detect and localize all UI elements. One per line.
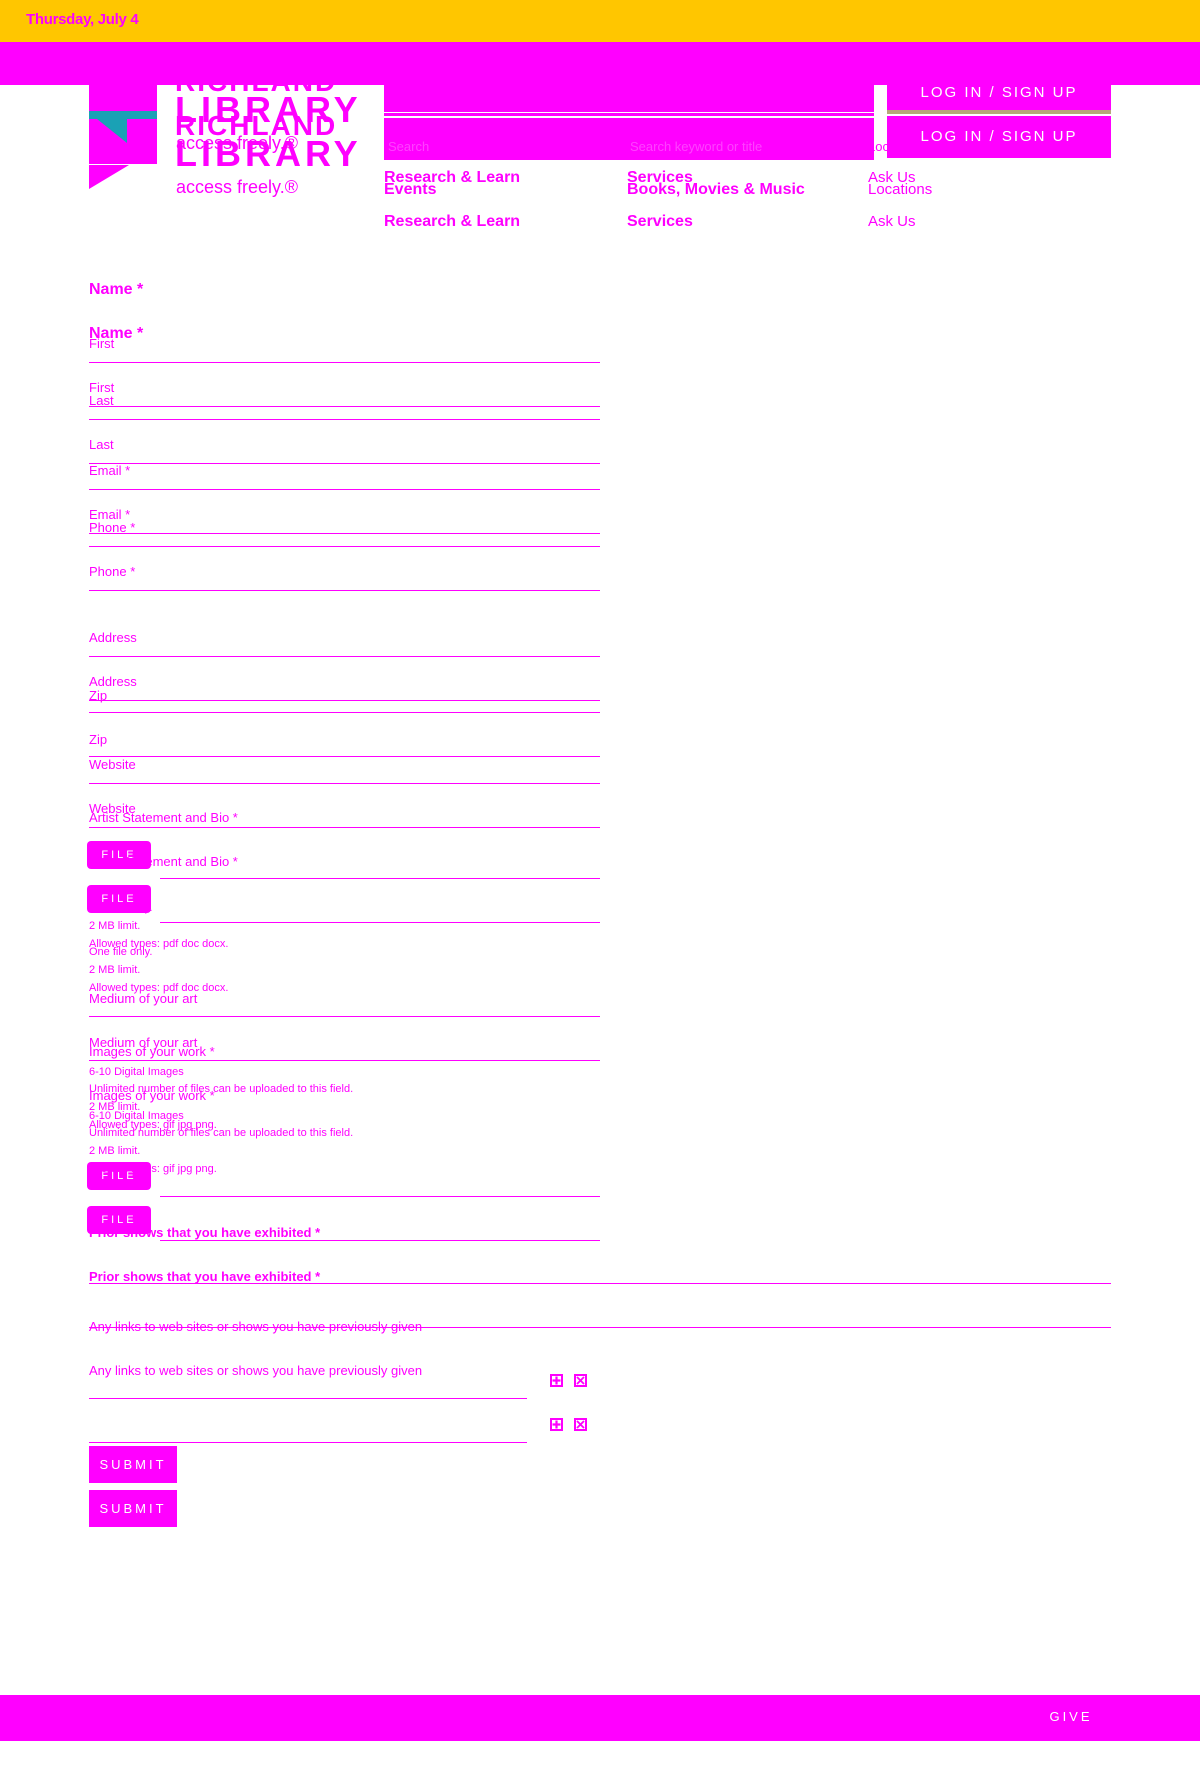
email-label: Email *: [89, 507, 131, 522]
statement-file-field[interactable]: [160, 922, 600, 923]
address-label: Address: [89, 674, 137, 689]
links-label: Any links to web sites or shows you have…: [89, 1363, 423, 1378]
images-file-field[interactable]: [160, 1240, 600, 1241]
phone-label: Phone *: [89, 564, 136, 579]
prior-shows-field[interactable]: [89, 1327, 1111, 1328]
images-types-hint: Allowed types: gif jpg png.: [89, 1163, 217, 1175]
give-underline: [1032, 1735, 1110, 1738]
remove-row-icon[interactable]: [574, 1418, 587, 1431]
zip-label: Zip: [89, 732, 108, 747]
medium-label: Medium of your art: [89, 1035, 198, 1050]
logo-wordmark-library: LIBRARY: [175, 133, 362, 174]
nav-services[interactable]: Services: [627, 213, 693, 231]
medium-field[interactable]: [89, 1060, 600, 1061]
name-label: Name *: [89, 325, 144, 342]
submit-button[interactable]: SUBMIT: [89, 1490, 177, 1527]
last-name-label: Last: [89, 437, 114, 452]
email-field[interactable]: [89, 533, 600, 534]
page-layer-b: RICHLAND LIBRARY access freely.® LOG IN …: [0, 44, 1200, 1785]
phone-field[interactable]: [89, 590, 600, 591]
add-row-icon[interactable]: [550, 1418, 563, 1431]
website-field[interactable]: [89, 827, 600, 828]
footer-bar: [0, 1695, 1200, 1741]
nav-research-learn[interactable]: Research & Learn: [384, 213, 520, 231]
statement-one-file-hint: One file only.: [89, 946, 153, 958]
logo-triangle: [89, 165, 129, 189]
images-label: Images of your work *: [89, 1088, 215, 1103]
website-label: Website: [89, 801, 136, 816]
images-unlimited-hint: Unlimited number of files can be uploade…: [89, 1127, 354, 1139]
login-edge: [887, 110, 1111, 114]
statement-size-hint: 2 MB limit.: [89, 964, 141, 976]
first-name-field[interactable]: [89, 406, 600, 407]
give-link[interactable]: GIVE: [1032, 1709, 1110, 1724]
nav-ask-us[interactable]: Ask Us: [868, 213, 916, 230]
address-field[interactable]: [89, 700, 600, 701]
login-signup-button[interactable]: LOG IN / SIGN UP: [887, 116, 1111, 158]
statement-file-button[interactable]: FILE: [87, 885, 151, 913]
images-size-hint: 2 MB limit.: [89, 1145, 141, 1157]
last-name-field[interactable]: [89, 463, 600, 464]
first-name-label: First: [89, 380, 115, 395]
images-file-button[interactable]: FILE: [87, 1206, 151, 1234]
logo-tagline: access freely.®: [176, 177, 298, 197]
zip-field[interactable]: [89, 756, 600, 757]
links-field[interactable]: [89, 1442, 527, 1443]
images-count-hint: 6-10 Digital Images: [89, 1110, 184, 1122]
statement-label: Artist Statement and Bio *: [89, 854, 238, 869]
statement-types-hint: Allowed types: pdf doc docx.: [89, 982, 229, 994]
prior-shows-label: Prior shows that you have exhibited *: [89, 1269, 321, 1284]
